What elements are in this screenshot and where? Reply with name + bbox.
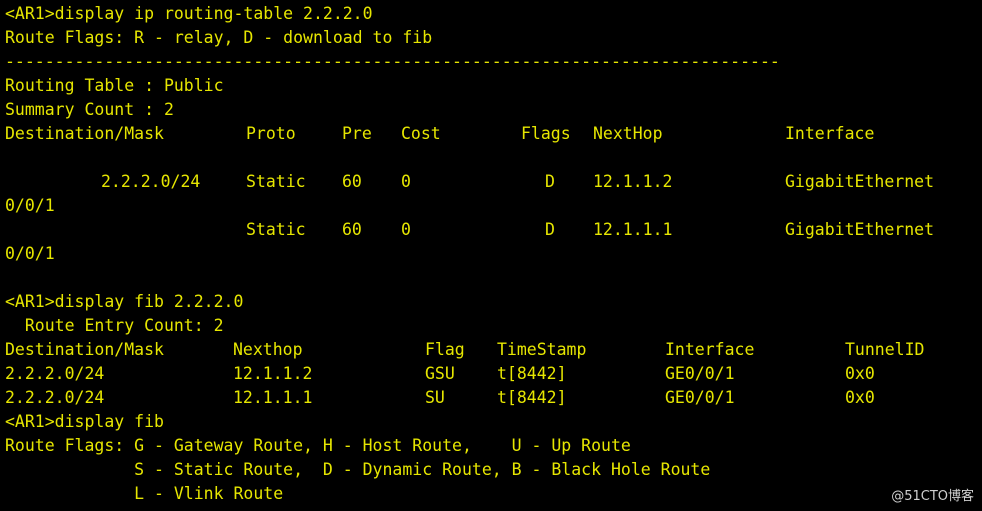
command-line: <AR1>display fib [0, 410, 982, 434]
routing-table-header: Destination/Mask Proto Pre Cost Flags Ne… [0, 122, 982, 146]
separator: ----------------------------------------… [5, 52, 780, 71]
watermark: @51CTO博客 [891, 489, 974, 504]
header-nexthop: NextHop [593, 124, 663, 143]
table-row: Static 60 0 D 12.1.1.1 GigabitEthernet [0, 218, 982, 242]
row-destination: 2.2.2.0/24 [5, 364, 105, 383]
separator-line: ----------------------------------------… [0, 50, 982, 74]
header-interface: Interface [665, 340, 755, 359]
row-interface: GE0/0/1 [665, 388, 735, 407]
header-flag: Flag [425, 340, 465, 359]
route-flags-legend: L - Vlink Route [5, 484, 284, 503]
row-flags: D [545, 220, 555, 239]
row-tunnelid: 0x0 [845, 388, 875, 407]
table-row-wrap: 0/0/1 [0, 194, 982, 218]
row-cost: 0 [401, 220, 411, 239]
route-flags-legend: Route Flags: G - Gateway Route, H - Host… [5, 436, 631, 455]
header-pre: Pre [342, 124, 372, 143]
row-tunnelid: 0x0 [845, 364, 875, 383]
route-flags-legend: S - Static Route, D - Dynamic Route, B -… [5, 460, 711, 479]
command-line: <AR1>display fib 2.2.2.0 [0, 290, 982, 314]
row-interface: GigabitEthernet [785, 172, 935, 191]
row-timestamp: t[8442] [497, 364, 567, 383]
header-destination: Destination/Mask [5, 340, 164, 359]
table-row-wrap: 0/0/1 [0, 242, 982, 266]
header-flags: Flags [521, 124, 571, 143]
header-nexthop: Nexthop [233, 340, 303, 359]
header-interface: Interface [785, 124, 875, 143]
table-row: 2.2.2.0/24 12.1.1.1 SU t[8442] GE0/0/1 0… [0, 386, 982, 410]
output-line: Route Flags: R - relay, D - download to … [0, 26, 982, 50]
command-text: <AR1>display fib 2.2.2.0 [5, 292, 244, 311]
header-proto: Proto [246, 124, 296, 143]
row-flag: SU [425, 388, 445, 407]
row-destination: 2.2.2.0/24 [5, 388, 105, 407]
row-interface: GigabitEthernet [785, 220, 935, 239]
row-interface: GE0/0/1 [665, 364, 735, 383]
row-proto: Static [246, 172, 306, 191]
fib-table-header: Destination/Mask Nexthop Flag TimeStamp … [0, 338, 982, 362]
row-interface-continued: 0/0/1 [5, 244, 55, 263]
row-interface-continued: 0/0/1 [5, 196, 55, 215]
route-flags-legend: Route Flags: R - relay, D - download to … [5, 28, 433, 47]
row-flags: D [545, 172, 555, 191]
row-nexthop: 12.1.1.1 [233, 388, 313, 407]
row-nexthop: 12.1.1.1 [593, 220, 673, 239]
row-cost: 0 [401, 172, 411, 191]
summary-count: Summary Count : 2 [5, 100, 174, 119]
header-timestamp: TimeStamp [497, 340, 587, 359]
header-tunnelid: TunnelID [845, 340, 925, 359]
command-line: <AR1>display ip routing-table 2.2.2.0 [0, 2, 982, 26]
output-line: Route Flags: G - Gateway Route, H - Host… [0, 434, 982, 458]
routing-table-label: Routing Table : Public [5, 76, 224, 95]
output-line: Route Entry Count: 2 [0, 314, 982, 338]
command-text: <AR1>display fib [5, 412, 164, 431]
output-line: Routing Table : Public [0, 74, 982, 98]
output-line: Summary Count : 2 [0, 98, 982, 122]
header-cost: Cost [401, 124, 441, 143]
output-line: S - Static Route, D - Dynamic Route, B -… [0, 458, 982, 482]
row-flag: GSU [425, 364, 455, 383]
table-row: 2.2.2.0/24 12.1.1.2 GSU t[8442] GE0/0/1 … [0, 362, 982, 386]
terminal-window[interactable]: <AR1>display ip routing-table 2.2.2.0 Ro… [0, 0, 982, 511]
table-row: 2.2.2.0/24 Static 60 0 D 12.1.1.2 Gigabi… [0, 170, 982, 194]
row-nexthop: 12.1.1.2 [233, 364, 313, 383]
header-destination: Destination/Mask [5, 124, 164, 143]
row-pre: 60 [342, 172, 362, 191]
row-pre: 60 [342, 220, 362, 239]
route-entry-count: Route Entry Count: 2 [5, 316, 224, 335]
row-destination: 2.2.2.0/24 [101, 172, 201, 191]
row-proto: Static [246, 220, 306, 239]
row-nexthop: 12.1.1.2 [593, 172, 673, 191]
command-text: <AR1>display ip routing-table 2.2.2.0 [5, 4, 373, 23]
row-timestamp: t[8442] [497, 388, 567, 407]
output-line: L - Vlink Route [0, 482, 982, 506]
